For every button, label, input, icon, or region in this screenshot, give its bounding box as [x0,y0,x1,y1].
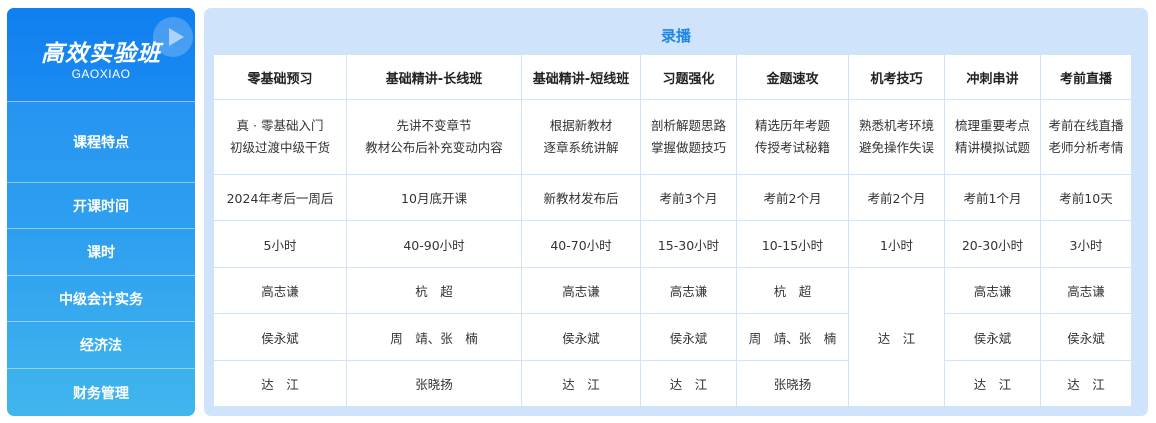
feature-line: 教材公布后补充变动内容 [365,140,503,155]
feature-cell: 考前在线直播 老师分析考情 [1040,99,1132,175]
feature-line: 先讲不变章节 [396,118,472,133]
section-title: 录播 [660,27,691,45]
row-label-hours: 课时 [7,229,195,276]
teacher-cell-merged: 达 江 [848,267,945,407]
accounting-teacher-row: 高志谦 杭 超 高志谦 高志谦 杭 超 达 江 高志谦 高志谦 [213,267,1132,407]
column-header[interactable]: 零基础预习 [213,54,347,100]
teacher-cell: 张晓扬 [736,360,849,407]
feature-line: 考前在线直播 [1048,118,1124,133]
law-teacher-row: 侯永斌 周 靖、张 楠 侯永斌 侯永斌 周 靖、张 楠 侯永斌 侯永斌 [213,313,1132,361]
feature-cell: 先讲不变章节教材公布后补充变动内容 [346,99,522,175]
row-label-start-time: 开课时间 [7,183,195,229]
column-header[interactable]: 基础精讲-短线班 [521,54,641,100]
start-time-cell: 考前10天 [1040,174,1132,221]
feature-line: 逐章系统讲解 [543,140,619,155]
start-time-cell: 考前2个月 [736,174,849,221]
feature-line: 精讲模拟试题 [954,140,1030,155]
hours-cell: 3小时 [1040,220,1132,268]
teacher-cell: 侯永斌 [213,313,347,361]
course-sidebar: 高效实验班 GAOXIAO 课程特点 开课时间 课时 中级会计实务 经济法 财务… [7,8,195,416]
teacher-cell: 高志谦 [213,267,347,314]
hours-row: 5小时 40-90小时 40-70小时 15-30小时 10-15小时 1小时 … [213,220,1132,268]
teacher-cell: 侯永斌 [1040,313,1132,361]
teacher-cell: 周 靖、张 楠 [736,313,849,361]
feature-line: 根据新教材 [549,118,613,133]
row-label-accounting: 中级会计实务 [7,276,195,322]
start-time-row: 2024年考后一周后 10月底开课 新教材发布后 考前3个月 考前2个月 考前2… [213,174,1132,221]
start-time-cell: 10月底开课 [346,174,522,221]
teacher-cell: 周 靖、张 楠 [346,313,522,361]
column-header[interactable]: 金题速攻 [736,54,849,100]
feature-cell: 熟悉机考环境 避免操作失误 [848,99,945,175]
features-row: 真 · 零基础入门 初级过渡中级干货 先讲不变章节教材公布后补充变动内容 根据新教… [213,99,1132,175]
teacher-cell: 高志谦 [944,267,1041,314]
column-header[interactable]: 机考技巧 [848,54,945,100]
hours-cell: 40-90小时 [346,220,522,268]
teacher-cell: 侯永斌 [521,313,641,361]
column-header[interactable]: 冲刺串讲 [944,54,1041,100]
start-time-cell: 考前2个月 [848,174,945,221]
feature-cell: 真 · 零基础入门 初级过渡中级干货 [213,99,347,175]
teacher-cell: 达 江 [1040,360,1132,407]
feature-line: 梳理重要考点 [954,118,1030,133]
brand-title: 高效实验班 [41,41,161,67]
feature-line: 老师分析考情 [1048,140,1124,155]
hours-cell: 5小时 [213,220,347,268]
brand-subtitle: GAOXIAO [71,67,131,81]
start-time-cell: 2024年考后一周后 [213,174,347,221]
feature-cell: 梳理重要考点 精讲模拟试题 [944,99,1041,175]
teacher-cell: 高志谦 [640,267,737,314]
hours-cell: 15-30小时 [640,220,737,268]
course-table-panel: 录播 零基础预习 基础精讲-长线班 基础精讲-短线班 习题强化 金题速攻 机考技… [204,8,1148,416]
teacher-cell: 侯永斌 [640,313,737,361]
teacher-cell: 达 江 [521,360,641,407]
column-header[interactable]: 习题强化 [640,54,737,100]
teacher-cell: 达 江 [944,360,1041,407]
feature-line: 掌握做题技巧 [650,140,726,155]
row-label-finance: 财务管理 [73,385,129,402]
hours-cell: 40-70小时 [521,220,641,268]
feature-line: 避免操作失误 [858,140,934,155]
hours-cell: 20-30小时 [944,220,1041,268]
feature-cell: 根据新教材逐章系统讲解 [521,99,641,175]
feature-line: 传授考试秘籍 [754,140,830,155]
feature-line: 剖析解题思路 [650,118,726,133]
feature-line: 真 · 零基础入门 [236,118,324,133]
feature-cell: 精选历年考题 传授考试秘籍 [736,99,849,175]
hours-cell: 1小时 [848,220,945,268]
teacher-cell: 侯永斌 [944,313,1041,361]
feature-line: 初级过渡中级干货 [229,140,330,155]
feature-line: 熟悉机考环境 [858,118,934,133]
row-label-features: 课程特点 [7,101,195,183]
teacher-cell: 张晓扬 [346,360,522,407]
feature-line: 精选历年考题 [754,118,830,133]
brand-header: 高效实验班 GAOXIAO [7,8,195,102]
hours-cell: 10-15小时 [736,220,849,268]
header-row: 零基础预习 基础精讲-长线班 基础精讲-短线班 习题强化 金题速攻 机考技巧 冲… [213,54,1132,100]
finance-teacher-row: 达 江 张晓扬 达 江 达 江 张晓扬 达 江 达 江 [213,360,1132,407]
column-header[interactable]: 基础精讲-长线班 [346,54,522,100]
teacher-cell: 杭 超 [346,267,522,314]
teacher-cell: 高志谦 [1040,267,1132,314]
column-header[interactable]: 考前直播 [1040,54,1132,100]
teacher-cell: 高志谦 [521,267,641,314]
start-time-cell: 新教材发布后 [521,174,641,221]
row-label-law: 经济法 [7,322,195,369]
start-time-cell: 考前1个月 [944,174,1041,221]
course-table: 零基础预习 基础精讲-长线班 基础精讲-短线班 习题强化 金题速攻 机考技巧 冲… [213,54,1132,407]
feature-cell: 剖析解题思路 掌握做题技巧 [640,99,737,175]
teacher-cell: 达 江 [213,360,347,407]
start-time-cell: 考前3个月 [640,174,737,221]
teacher-cell: 达 江 [640,360,737,407]
teacher-cell: 杭 超 [736,267,849,314]
